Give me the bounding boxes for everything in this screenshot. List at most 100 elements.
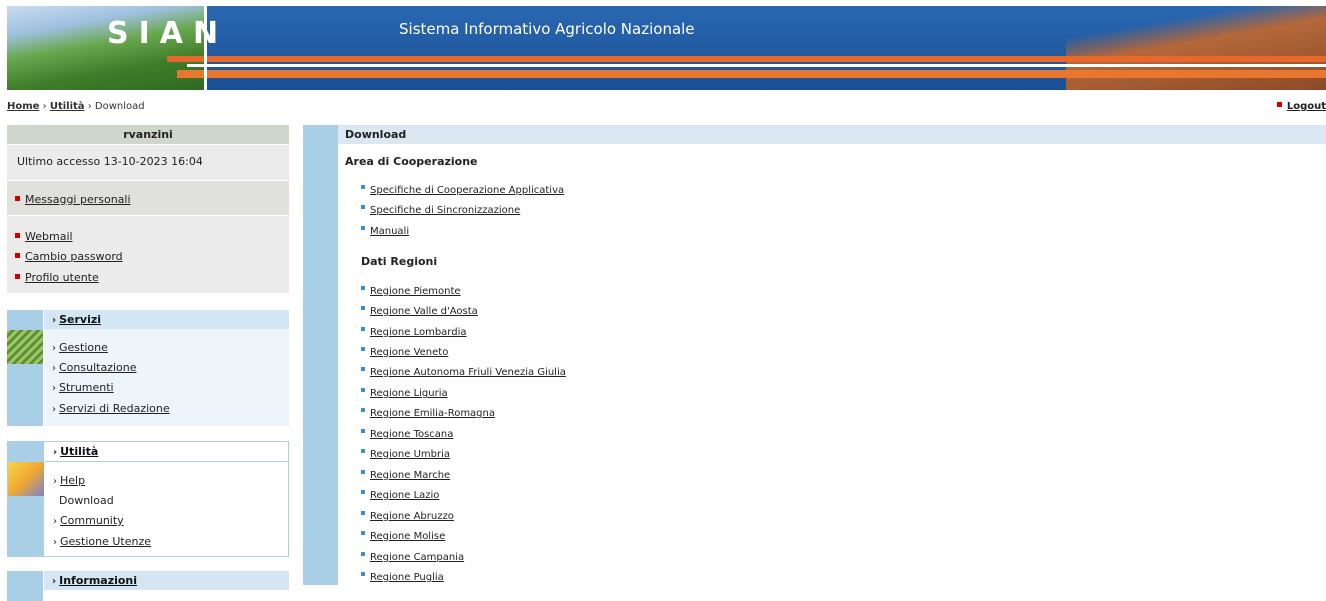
breadcrumb-separator: › bbox=[42, 101, 47, 112]
logout-link[interactable]: Logout bbox=[1287, 101, 1326, 112]
bullet-icon bbox=[15, 273, 20, 279]
last-access-text: Ultimo accesso 13-10-2023 16:04 bbox=[17, 155, 203, 168]
menu-item: Download bbox=[59, 494, 114, 507]
menu-item-gestione[interactable]: Gestione bbox=[59, 341, 108, 354]
bullet-icon bbox=[361, 552, 365, 556]
download-link[interactable]: Specifiche di Sincronizzazione bbox=[370, 205, 520, 216]
bullet-icon bbox=[361, 205, 365, 209]
region-link[interactable]: Regione Toscana bbox=[370, 429, 453, 440]
bullet-icon bbox=[361, 449, 365, 453]
region-link[interactable]: Regione Molise bbox=[370, 531, 445, 542]
bullet-icon bbox=[361, 470, 365, 474]
breadcrumb-home[interactable]: Home bbox=[7, 101, 39, 112]
region-link[interactable]: Regione Veneto bbox=[370, 347, 448, 358]
user-links-box: Webmail Cambio password Profilo utente bbox=[7, 216, 289, 293]
region-link[interactable]: Regione Umbria bbox=[370, 449, 450, 460]
banner-stripe bbox=[187, 64, 1326, 67]
bullet-icon bbox=[15, 232, 20, 238]
region-link[interactable]: Regione Abruzzo bbox=[370, 511, 454, 522]
profile-link[interactable]: Profilo utente bbox=[25, 271, 99, 284]
servizi-link[interactable]: Servizi bbox=[59, 313, 101, 326]
bullet-icon bbox=[361, 429, 365, 433]
webmail-link[interactable]: Webmail bbox=[25, 230, 73, 243]
region-link[interactable]: Regione Campania bbox=[370, 552, 464, 563]
panel-icon-column bbox=[7, 571, 43, 601]
banner-stripe bbox=[177, 70, 1326, 78]
servizi-panel: › Servizi › Gestione › Consultazione › Strum… bbox=[7, 310, 289, 426]
bullet-icon bbox=[361, 490, 365, 494]
header-banner: SIAN Sistema Informativo Agricolo Nazion… bbox=[7, 6, 1326, 90]
page-title: Download bbox=[338, 125, 1326, 144]
breadcrumb: Home › Utilità › Download bbox=[7, 101, 145, 112]
menu-item-community[interactable]: Community bbox=[60, 514, 124, 527]
informazioni-title: › Informazioni bbox=[44, 571, 289, 590]
menu-item: › Consultazione bbox=[52, 361, 137, 374]
download-link[interactable]: Specifiche di Cooperazione Applicativa bbox=[370, 185, 564, 196]
utilita-menu: › Help Download › Community › Gestione Uten… bbox=[45, 462, 288, 556]
region-link[interactable]: Regione Lombardia bbox=[370, 327, 466, 338]
bullet-icon bbox=[361, 511, 365, 515]
panel-icon-column bbox=[8, 442, 44, 556]
bullet-icon bbox=[1276, 101, 1282, 107]
menu-item: › Servizi di Redazione bbox=[52, 402, 170, 415]
region-link[interactable]: Regione Liguria bbox=[370, 388, 448, 399]
utilita-title: › Utilità bbox=[45, 442, 288, 462]
bullet-icon bbox=[361, 185, 365, 189]
tools-icon bbox=[8, 462, 44, 496]
last-access-box: Ultimo accesso 13-10-2023 16:04 bbox=[7, 145, 289, 180]
menu-item: › Strumenti bbox=[52, 381, 114, 394]
bullet-icon bbox=[361, 347, 365, 351]
section-heading-cooperazione: Area di Cooperazione bbox=[345, 155, 478, 168]
menu-item-servizi-redazione[interactable]: Servizi di Redazione bbox=[59, 402, 170, 415]
messages-link[interactable]: Messaggi personali bbox=[25, 193, 131, 206]
menu-item: › Community bbox=[53, 514, 124, 527]
region-link[interactable]: Regione Marche bbox=[370, 470, 450, 481]
bullet-icon bbox=[361, 388, 365, 392]
menu-item-download: Download bbox=[59, 494, 114, 507]
bullet-icon bbox=[361, 286, 365, 290]
breadcrumb-separator: › bbox=[87, 101, 92, 112]
bullet-icon bbox=[15, 195, 20, 201]
banner-title: Sistema Informativo Agricolo Nazionale bbox=[399, 20, 695, 38]
utilita-link[interactable]: Utilità bbox=[60, 445, 98, 458]
field-icon bbox=[7, 330, 43, 364]
menu-item-strumenti[interactable]: Strumenti bbox=[59, 381, 114, 394]
region-link[interactable]: Regione Puglia bbox=[370, 572, 444, 583]
bullet-icon bbox=[361, 572, 365, 576]
bullet-icon bbox=[361, 306, 365, 310]
bullet-icon bbox=[361, 531, 365, 535]
menu-item: › Help bbox=[53, 474, 86, 487]
sian-logo[interactable]: SIAN bbox=[107, 16, 228, 51]
banner-stripe bbox=[167, 56, 1326, 62]
informazioni-link[interactable]: Informazioni bbox=[59, 574, 137, 587]
section-heading-regioni: Dati Regioni bbox=[361, 255, 438, 268]
region-link[interactable]: Regione Valle d'Aosta bbox=[370, 306, 478, 317]
menu-item-consultazione[interactable]: Consultazione bbox=[59, 361, 137, 374]
menu-item-help[interactable]: Help bbox=[60, 474, 85, 487]
change-password-link[interactable]: Cambio password bbox=[25, 250, 123, 263]
bullet-icon bbox=[361, 327, 365, 331]
bullet-icon bbox=[361, 408, 365, 412]
menu-item-gestione-utenze[interactable]: Gestione Utenze bbox=[60, 535, 151, 548]
region-link[interactable]: Regione Emilia-Romagna bbox=[370, 408, 495, 419]
servizi-menu: › Gestione › Consultazione › Strumenti › Ser… bbox=[44, 329, 289, 426]
bullet-icon bbox=[361, 226, 365, 230]
bullet-icon bbox=[361, 367, 365, 371]
download-link[interactable]: Manuali bbox=[370, 226, 409, 237]
region-link[interactable]: Regione Lazio bbox=[370, 490, 439, 501]
logout-link-wrapper: Logout bbox=[1276, 101, 1326, 112]
messages-box: Messaggi personali bbox=[7, 181, 289, 215]
menu-item: › Gestione Utenze bbox=[53, 535, 152, 548]
breadcrumb-current: Download bbox=[94, 101, 145, 112]
main-side-bar bbox=[303, 125, 338, 585]
panel-icon-column bbox=[7, 310, 43, 426]
menu-item: › Gestione bbox=[52, 341, 108, 354]
bullet-icon bbox=[15, 252, 20, 258]
servizi-title: › Servizi bbox=[44, 310, 289, 329]
username-header: rvanzini bbox=[7, 125, 289, 144]
utilita-panel: › Utilità › Help Download › Community › Gest… bbox=[7, 441, 289, 557]
region-link[interactable]: Regione Piemonte bbox=[370, 286, 461, 297]
informazioni-panel: › Informazioni bbox=[7, 571, 289, 601]
region-link[interactable]: Regione Autonoma Friuli Venezia Giulia bbox=[370, 367, 566, 378]
breadcrumb-utilita[interactable]: Utilità bbox=[50, 101, 85, 112]
